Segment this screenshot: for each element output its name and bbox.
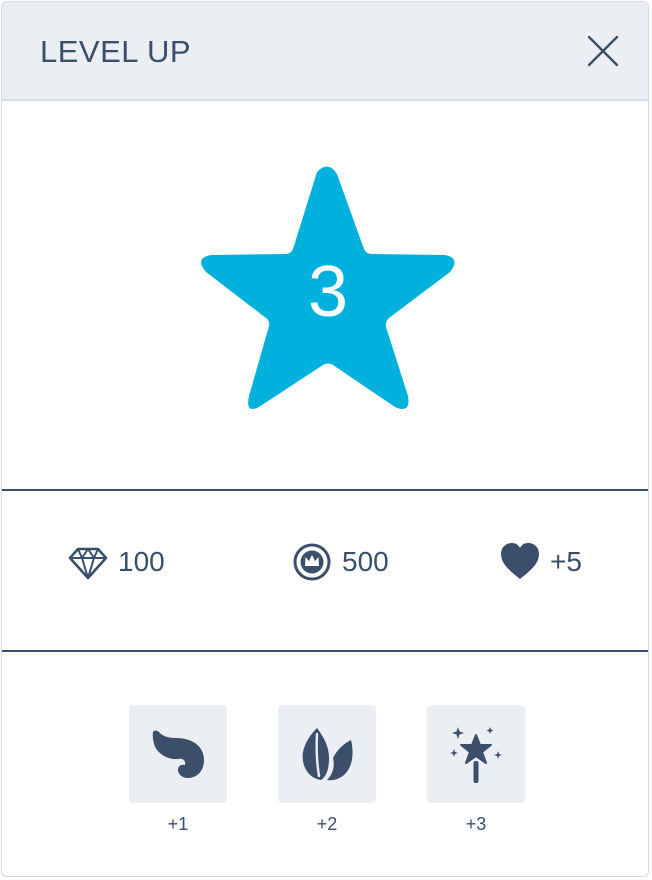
level-number: 3 (307, 252, 349, 332)
reward-coins: 500 (292, 542, 389, 582)
level-star-area: 3 (2, 101, 648, 490)
items-row: +1 +2 +3 (2, 652, 648, 876)
wing-icon (152, 730, 204, 778)
diamond-icon (68, 547, 108, 580)
reward-lives: +5 (500, 542, 582, 582)
divider-top (2, 489, 648, 491)
level-up-dialog: LEVEL UP 3 100 500 +5 +1 +2 +3 (1, 1, 649, 877)
heart-icon (501, 543, 539, 579)
reward-gems: 100 (68, 542, 165, 582)
reward-lives-value: +5 (550, 546, 582, 577)
item-wand[interactable]: +3 (427, 705, 525, 835)
dialog-header: LEVEL UP (2, 2, 648, 101)
item-wing-tile[interactable] (129, 705, 227, 803)
rewards-row: 100 500 +5 (2, 492, 648, 650)
close-icon (587, 35, 619, 67)
item-leaf-tile[interactable] (278, 705, 376, 803)
item-wing[interactable]: +1 (129, 705, 227, 835)
item-wand-count: +3 (465, 814, 487, 834)
crown-coin-icon (293, 543, 331, 581)
dialog-title: LEVEL UP (40, 34, 192, 69)
leaf-icon (302, 728, 353, 781)
reward-coins-value: 500 (342, 546, 389, 577)
item-wing-count: +1 (167, 814, 189, 834)
close-button[interactable] (584, 32, 622, 70)
item-leaf[interactable]: +2 (278, 705, 376, 835)
item-leaf-count: +2 (316, 814, 338, 834)
item-wand-tile[interactable] (427, 705, 525, 803)
reward-gems-value: 100 (118, 546, 165, 577)
magic-wand-icon (450, 727, 502, 783)
level-star: 3 (199, 164, 457, 412)
